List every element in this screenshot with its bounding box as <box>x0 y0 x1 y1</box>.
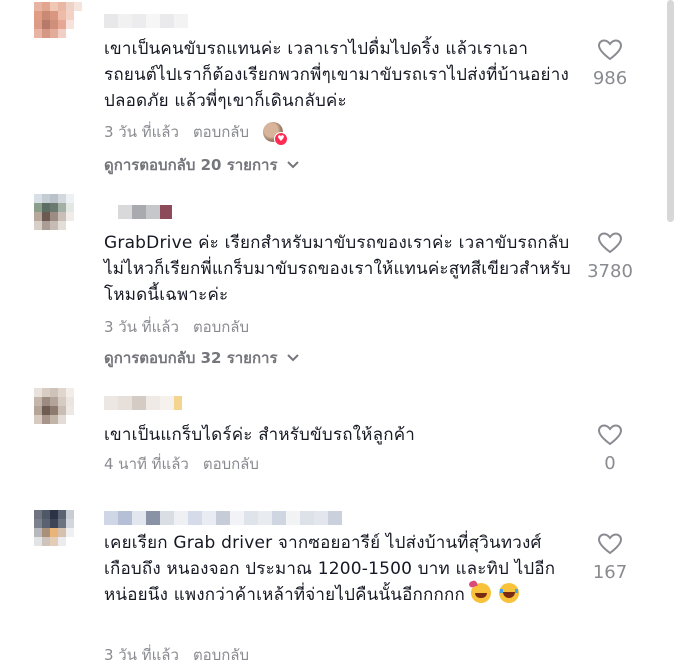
view-replies-button[interactable]: ดูการตอบกลับ 32 รายการ <box>104 346 300 370</box>
username-redacted[interactable] <box>104 511 342 525</box>
like-count: 986 <box>592 68 628 89</box>
comment-text: เขาเป็นแกร็บไดร์ค่ะ สำหรับขับรถให้ลูกค้า <box>104 425 416 445</box>
avatar[interactable] <box>34 194 90 239</box>
heart-outline-icon <box>597 39 623 61</box>
comment-time: 3 วัน ที่แล้ว <box>104 318 179 336</box>
username-redacted[interactable] <box>104 14 188 28</box>
username-redacted[interactable] <box>104 396 182 410</box>
comment-time: 3 วัน ที่แล้ว <box>104 123 179 141</box>
view-replies-button[interactable]: ดูการตอบกลับ 20 รายการ <box>104 153 300 177</box>
comment-text: เคยเรียก Grab driver จากซอยอารีย์ ไปส่งบ… <box>104 530 574 608</box>
heart-outline-icon <box>597 424 623 446</box>
like-button[interactable]: 0 <box>580 423 640 474</box>
like-count: 167 <box>592 562 628 583</box>
scrollbar-thumb[interactable] <box>667 0 674 222</box>
heart-badge-icon: ♥ <box>274 132 289 146</box>
chevron-down-icon <box>286 161 299 169</box>
reply-button[interactable]: ตอบกลับ <box>193 643 249 667</box>
like-count: 0 <box>604 453 616 474</box>
creator-liked-avatar: ♥ <box>263 122 289 146</box>
reply-button[interactable]: ตอบกลับ <box>203 452 259 476</box>
comment-meta: 3 วัน ที่แล้ว ตอบกลับ ♥ <box>104 120 289 146</box>
reply-button[interactable]: ตอบกลับ <box>193 315 249 339</box>
reply-button[interactable]: ตอบกลับ <box>193 120 249 144</box>
view-replies-label: ดูการตอบกลับ 32 รายการ <box>104 349 278 367</box>
comment-text: เขาเป็นคนขับรถแทนค่ะ เวลาเราไปดื่มไปดริ้… <box>104 39 569 111</box>
like-button[interactable]: 167 <box>580 532 640 583</box>
heart-outline-icon <box>597 533 623 555</box>
tears-of-joy-emoji-icon <box>498 583 519 603</box>
comment-text: GrabDrive ค่ะ เรียกสำหรับมาขับรถของเราค่… <box>104 233 571 305</box>
like-count: 3780 <box>587 261 633 282</box>
avatar[interactable] <box>34 510 90 555</box>
heart-outline-icon <box>597 232 623 254</box>
view-replies-label: ดูการตอบกลับ 20 รายการ <box>104 156 278 174</box>
comment-meta: 4 นาที ที่แล้ว ตอบกลับ <box>104 452 259 476</box>
comment-meta: 3 วัน ที่แล้ว ตอบกลับ <box>104 643 249 667</box>
grinning-party-emoji-icon <box>470 583 491 603</box>
avatar[interactable] <box>34 388 90 433</box>
comment-time: 4 นาที ที่แล้ว <box>104 455 189 473</box>
like-button[interactable]: 986 <box>580 38 640 89</box>
avatar[interactable] <box>34 2 90 47</box>
like-button[interactable]: 3780 <box>580 231 640 282</box>
chevron-down-icon <box>286 354 299 362</box>
comment-meta: 3 วัน ที่แล้ว ตอบกลับ <box>104 315 249 339</box>
comment-time: 3 วัน ที่แล้ว <box>104 646 179 664</box>
username-redacted[interactable] <box>104 205 172 219</box>
